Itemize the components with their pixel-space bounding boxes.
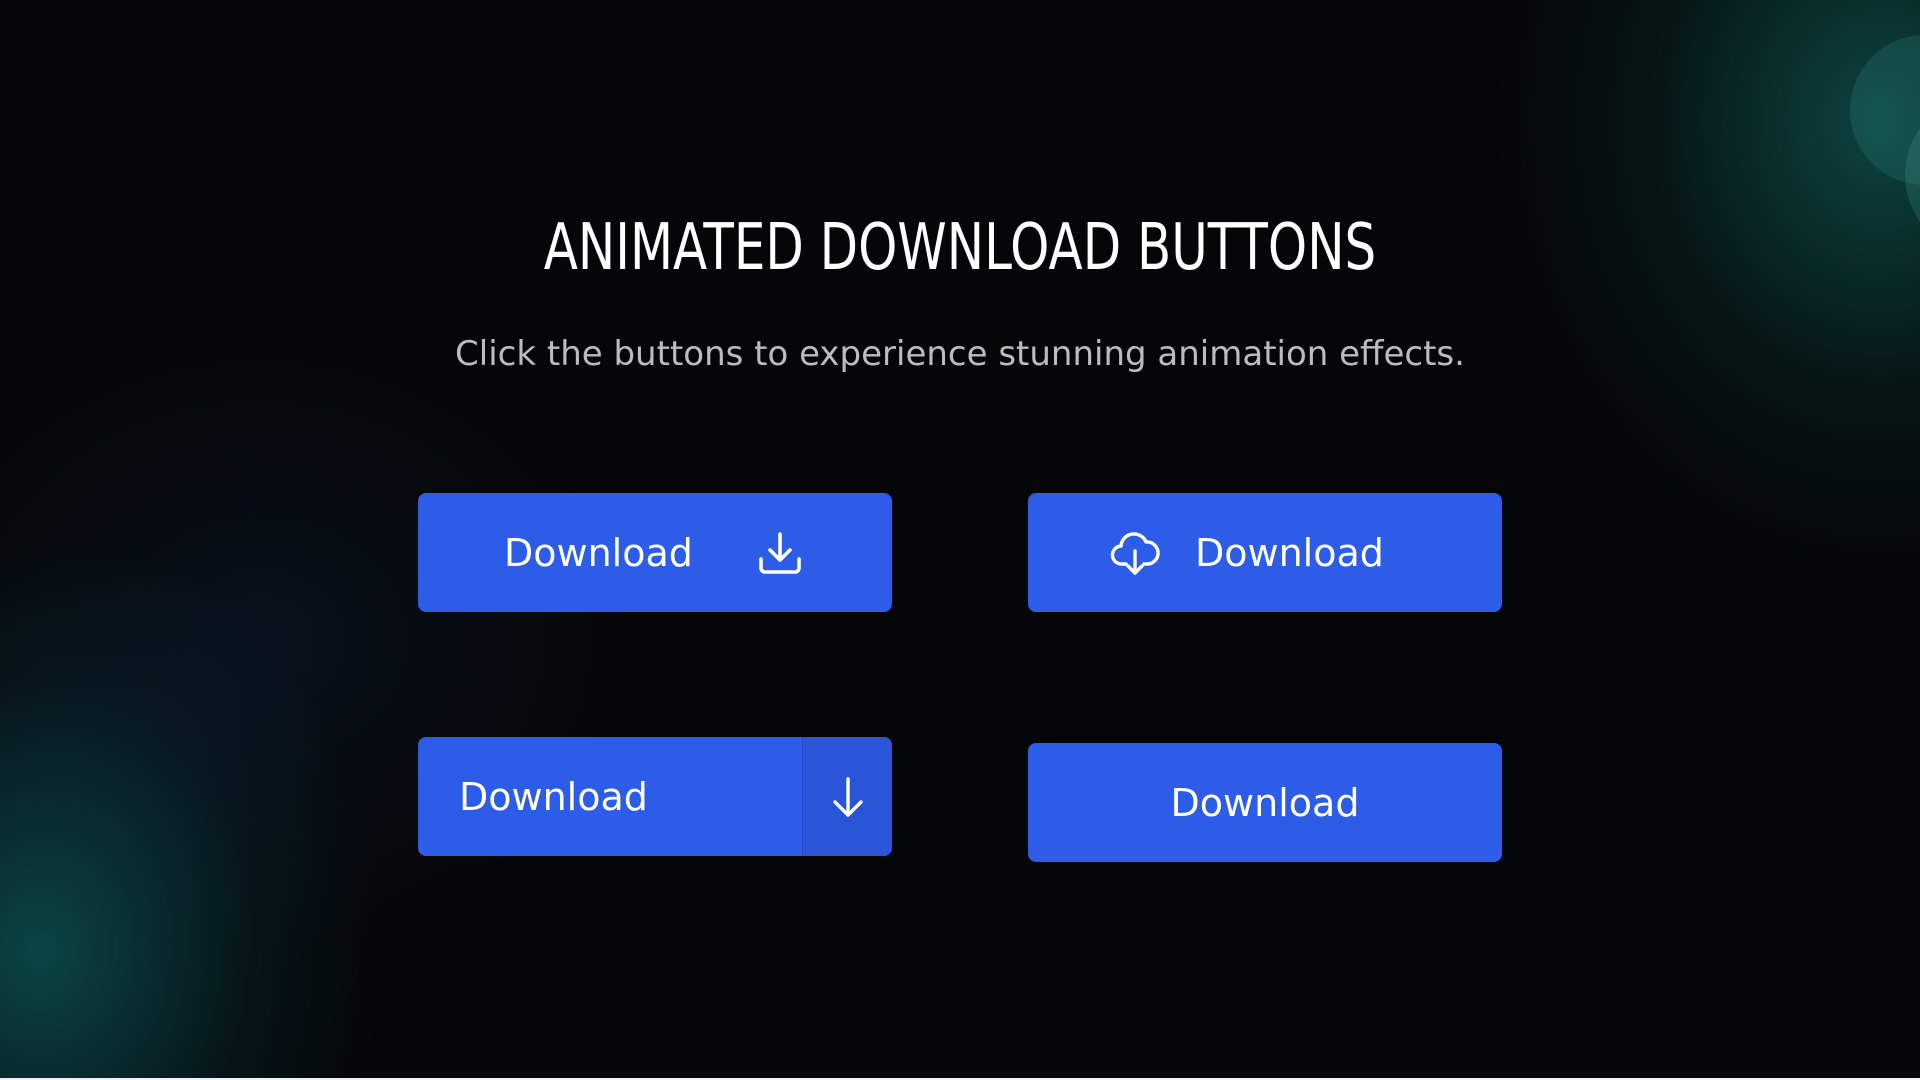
download-button-label: Download <box>459 774 648 819</box>
cloud-download-icon <box>1110 528 1160 578</box>
download-button-label: Download <box>1170 780 1360 825</box>
download-arrow-section <box>802 737 892 856</box>
download-button-label: Download <box>504 530 693 575</box>
download-tray-icon <box>756 529 804 577</box>
background <box>0 0 1920 1080</box>
download-button-split[interactable]: Download <box>418 737 892 856</box>
page-subtitle: Click the buttons to experience stunning… <box>455 334 1465 374</box>
download-button-tray[interactable]: Download <box>418 493 892 612</box>
download-button-plain[interactable]: Download <box>1028 743 1502 862</box>
arrow-down-icon <box>833 776 863 817</box>
page-title: ANIMATED DOWNLOAD BUTTONS <box>543 211 1377 285</box>
download-button-label: Download <box>1195 530 1384 575</box>
download-button-cloud[interactable]: Download <box>1028 493 1502 612</box>
